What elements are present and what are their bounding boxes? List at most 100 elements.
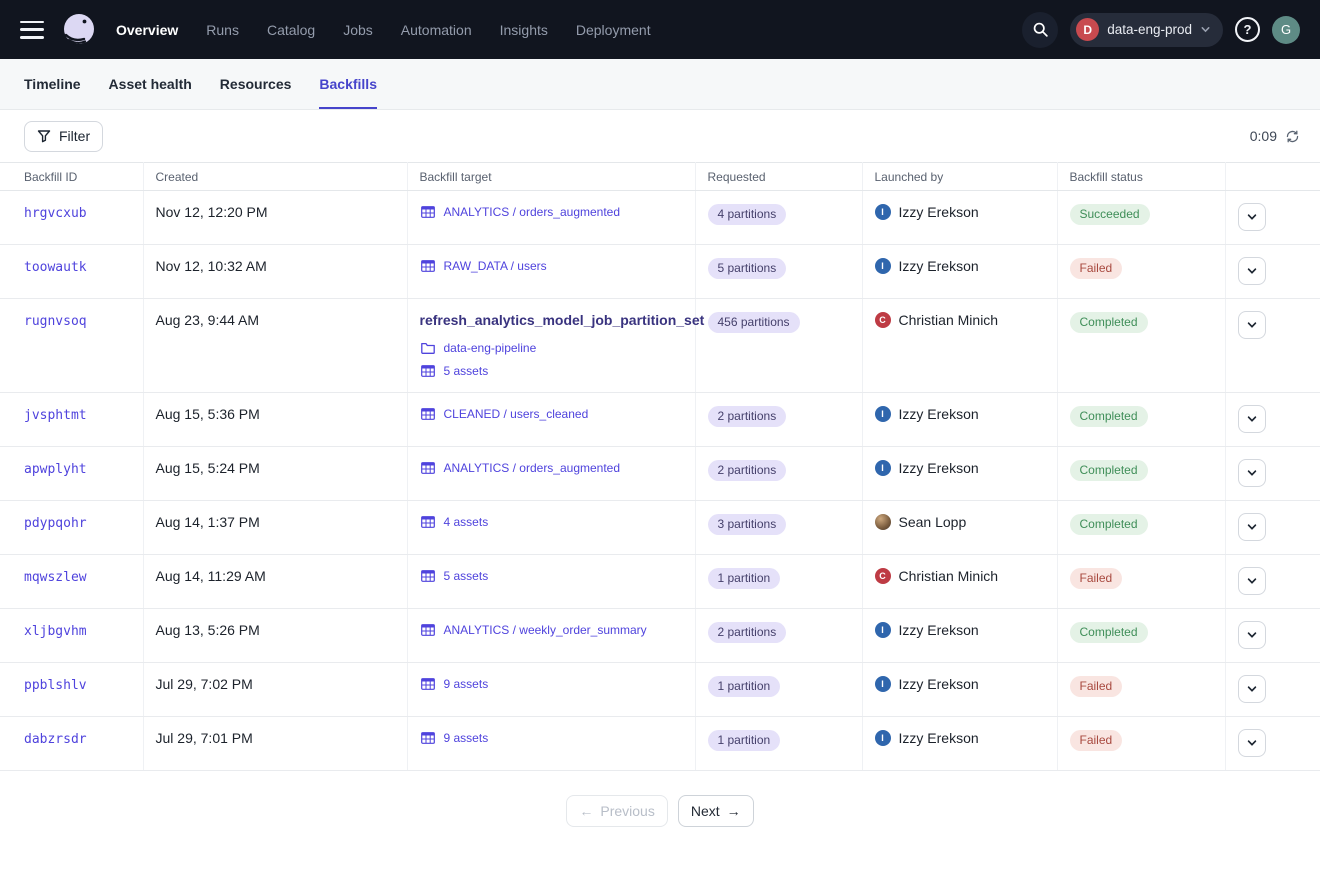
asset-table-icon: [420, 514, 436, 530]
filter-button[interactable]: Filter: [24, 121, 103, 152]
backfill-target-link[interactable]: ANALYTICS / orders_augmented: [444, 205, 621, 219]
backfill-target-link[interactable]: 9 assets: [444, 731, 489, 745]
asset-table-icon: [420, 258, 436, 274]
backfill-id-link[interactable]: hrgvcxub: [24, 206, 87, 221]
row-actions-button[interactable]: [1238, 405, 1266, 433]
row-actions-button[interactable]: [1238, 621, 1266, 649]
next-page-button[interactable]: Next →: [678, 795, 754, 827]
backfill-id-cell: apwplyht: [0, 447, 143, 501]
user-letter-avatar: I: [875, 622, 891, 638]
backfill-id-link[interactable]: xljbgvhm: [24, 624, 87, 639]
tab-resources[interactable]: Resources: [220, 59, 292, 109]
backfill-target-link[interactable]: 5 assets: [444, 569, 489, 583]
backfill-target-link[interactable]: ANALYTICS / orders_augmented: [444, 461, 621, 475]
col-actions: [1225, 163, 1320, 191]
dagster-logo-icon[interactable]: [58, 9, 100, 51]
col-backfill-status: Backfill status: [1057, 163, 1225, 191]
chevron-down-icon: [1246, 521, 1258, 533]
tab-backfills[interactable]: Backfills: [319, 59, 377, 109]
nav-deployment[interactable]: Deployment: [576, 22, 651, 38]
launched-by-cell: IIzzy Erekson: [862, 663, 1057, 717]
search-icon[interactable]: [1022, 12, 1058, 48]
row-actions-button[interactable]: [1238, 203, 1266, 231]
requested-cell: 2 partitions: [695, 393, 862, 447]
help-icon[interactable]: ?: [1235, 17, 1260, 42]
nav-jobs[interactable]: Jobs: [343, 22, 373, 38]
target-sub-link[interactable]: 5 assets: [444, 364, 489, 378]
backfill-id-link[interactable]: pdypqohr: [24, 516, 87, 531]
backfill-target-link[interactable]: ANALYTICS / weekly_order_summary: [444, 623, 647, 637]
nav-overview[interactable]: Overview: [116, 22, 178, 38]
previous-page-button[interactable]: ← Previous: [566, 795, 667, 827]
timer-value: 0:09: [1250, 128, 1277, 144]
backfill-id-link[interactable]: toowautk: [24, 260, 87, 275]
row-actions-button[interactable]: [1238, 675, 1266, 703]
chevron-down-icon: [1246, 467, 1258, 479]
backfill-status-badge: Completed: [1070, 312, 1148, 333]
row-actions-button[interactable]: [1238, 459, 1266, 487]
row-actions-button[interactable]: [1238, 311, 1266, 339]
backfill-status-badge: Completed: [1070, 406, 1148, 427]
tab-timeline[interactable]: Timeline: [24, 59, 81, 109]
user-letter-avatar: I: [875, 204, 891, 220]
backfill-target-cell: 5 assets: [407, 555, 695, 609]
nav-runs[interactable]: Runs: [206, 22, 239, 38]
nav-automation[interactable]: Automation: [401, 22, 472, 38]
launched-by-name: Izzy Erekson: [899, 622, 979, 638]
backfill-status-badge: Failed: [1070, 258, 1123, 279]
backfill-id-cell: jvsphtmt: [0, 393, 143, 447]
deployment-switcher[interactable]: D data-eng-prod: [1070, 13, 1223, 47]
tab-asset-health[interactable]: Asset health: [109, 59, 192, 109]
target-sub-link[interactable]: data-eng-pipeline: [444, 341, 537, 355]
backfill-id-link[interactable]: rugnvsoq: [24, 314, 87, 329]
nav-insights[interactable]: Insights: [500, 22, 548, 38]
chevron-down-icon: [1246, 629, 1258, 641]
requested-partitions-badge: 1 partition: [708, 568, 781, 589]
created-timestamp: Aug 23, 9:44 AM: [156, 312, 260, 328]
backfill-id-link[interactable]: jvsphtmt: [24, 408, 87, 423]
launched-by-cell: I Izzy Erekson: [862, 609, 1057, 663]
overview-tabs: Timeline Asset health Resources Backfill…: [0, 59, 1320, 110]
row-actions-button[interactable]: [1238, 513, 1266, 541]
created-timestamp: Nov 12, 12:20 PM: [156, 204, 268, 220]
actions-cell: [1225, 555, 1320, 609]
launched-by-cell: CChristian Minich: [862, 555, 1057, 609]
arrow-right-icon: →: [727, 803, 741, 819]
backfill-status-cell: Completed: [1057, 609, 1225, 663]
backfill-target-cell: ANALYTICS / weekly_order_summary: [407, 609, 695, 663]
backfill-target-link[interactable]: RAW_DATA / users: [444, 259, 547, 273]
created-cell: Aug 13, 5:26 PM: [143, 609, 407, 663]
row-actions-button[interactable]: [1238, 257, 1266, 285]
row-actions-button[interactable]: [1238, 729, 1266, 757]
created-cell: Jul 29, 7:01 PM: [143, 717, 407, 771]
nav-catalog[interactable]: Catalog: [267, 22, 315, 38]
backfill-id-link[interactable]: apwplyht: [24, 462, 87, 477]
backfill-target-link[interactable]: 9 assets: [444, 677, 489, 691]
requested-cell: 1 partition: [695, 717, 862, 771]
created-cell: Aug 15, 5:24 PM: [143, 447, 407, 501]
launched-by-cell: CChristian Minich: [862, 299, 1057, 393]
actions-cell: [1225, 393, 1320, 447]
user-letter-avatar: I: [875, 730, 891, 746]
job-partition-set-link[interactable]: refresh_analytics_model_job_partition_se…: [420, 312, 705, 328]
asset-table-icon: [420, 730, 436, 746]
menu-icon[interactable]: [20, 21, 44, 39]
backfill-id-link[interactable]: dabzrsdr: [24, 732, 87, 747]
user-avatar[interactable]: G: [1272, 16, 1300, 44]
row-actions-button[interactable]: [1238, 567, 1266, 595]
backfill-target-link[interactable]: 4 assets: [444, 515, 489, 529]
refresh-icon[interactable]: [1285, 129, 1300, 144]
backfill-id-link[interactable]: ppblshlv: [24, 678, 87, 693]
backfill-target-cell: RAW_DATA / users: [407, 245, 695, 299]
backfill-id-cell: toowautk: [0, 245, 143, 299]
table-row: jvsphtmtAug 15, 5:36 PM CLEANED / users_…: [0, 393, 1320, 447]
table-header-row: Backfill ID Created Backfill target Requ…: [0, 163, 1320, 191]
created-timestamp: Aug 15, 5:24 PM: [156, 460, 260, 476]
backfill-status-cell: Completed: [1057, 501, 1225, 555]
table-row: apwplyht Aug 15, 5:24 PM ANALYTICS / orde…: [0, 447, 1320, 501]
requested-cell: 1 partition: [695, 555, 862, 609]
table-row: dabzrsdr Jul 29, 7:01 PM 9 assets 1 partit…: [0, 717, 1320, 771]
backfill-target-link[interactable]: CLEANED / users_cleaned: [444, 407, 589, 421]
launched-by-name: Izzy Erekson: [899, 204, 979, 220]
backfill-id-link[interactable]: mqwszlew: [24, 570, 87, 585]
